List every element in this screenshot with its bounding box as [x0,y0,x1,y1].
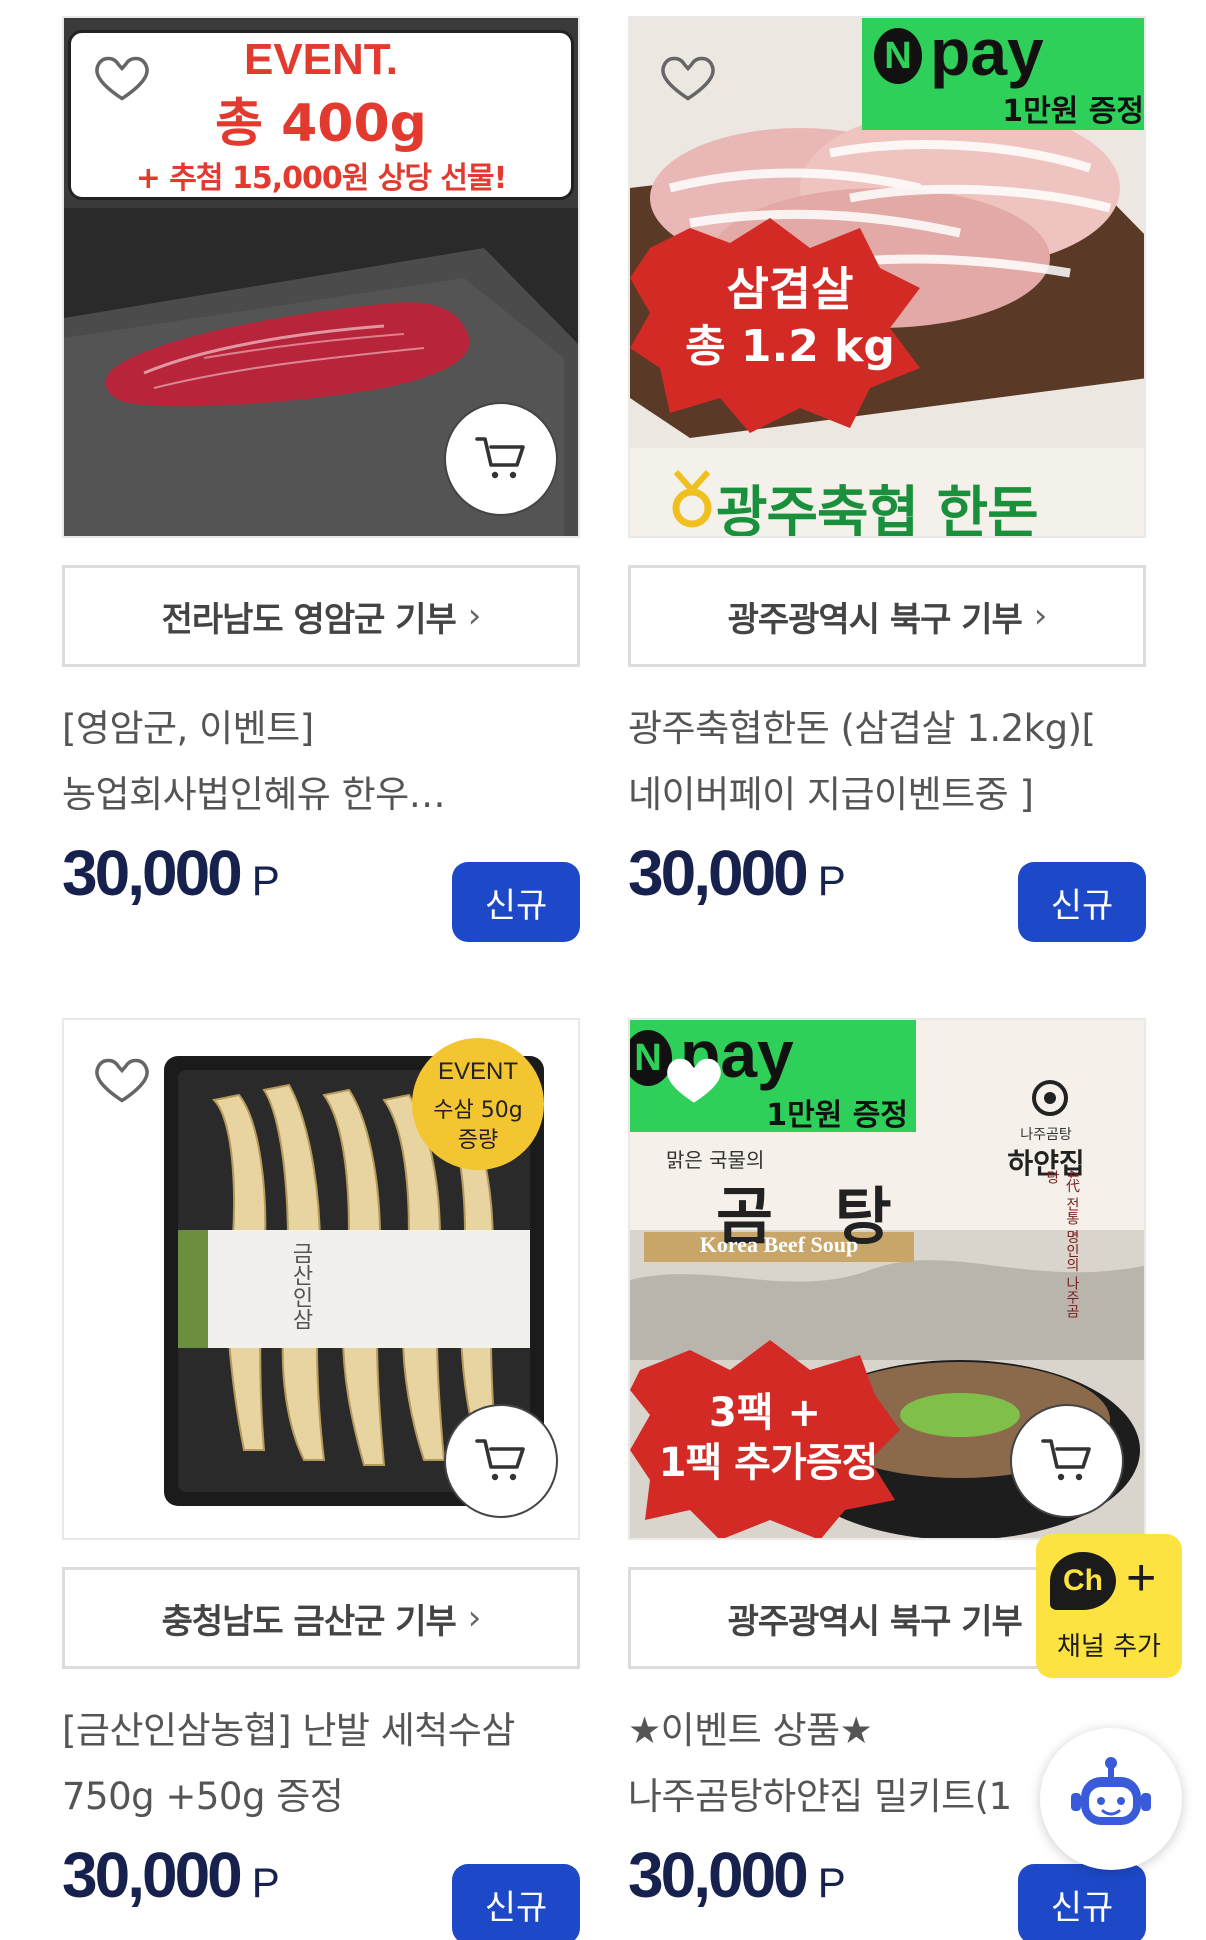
npay-text: pay [930,16,1044,89]
new-badge: 신규 [452,1864,580,1940]
npay-sub-text: 1만원 증정 [1002,94,1144,129]
cart-icon [475,437,525,479]
channel-add-button[interactable]: Ch + 채널 추가 [1036,1534,1182,1678]
donation-region-button[interactable]: 광주광역시 북구 기부 › [628,565,1146,667]
chevron-right-icon: › [1033,596,1048,636]
brand-text: 광주축협 한돈 [716,481,1039,538]
donation-region-label: 광주광역시 북구 기부 [727,1601,1023,1642]
heart-icon[interactable] [92,46,152,106]
brand-logo-icon [672,470,712,528]
heart-icon[interactable] [658,46,718,106]
product-title[interactable]: [영암군, 이벤트] 농업회사법인혜유 한우… [62,696,580,828]
cart-icon [1041,1439,1091,1481]
price-value: 30,000 [62,837,243,909]
add-to-cart-button[interactable] [1010,1404,1124,1518]
donation-region-label: 전라남도 영암군 기부 [161,599,457,640]
add-to-cart-button[interactable] [444,1404,558,1518]
product-image[interactable]: N pay 1만원 증정 나주곰탕 하얀집 맑은 국물의 곰 탕 Korea B… [628,1018,1146,1540]
product-image[interactable]: N pay 1만원 증정 삼겹살 총 1.2 kg 광주축협 한돈 [628,16,1146,538]
product-image[interactable]: EVENT. 총 400g + 추첨 15,000원 상당 선물! [62,16,580,538]
cart-icon [475,1439,525,1481]
channel-add-label: 채널 추가 [1057,1632,1161,1662]
english-text: Korea Beef Soup [699,1232,859,1257]
bonus-weight-text: 수삼 50g [433,1098,523,1123]
price-unit: P [251,857,280,904]
chatbot-button[interactable] [1040,1728,1182,1870]
price-unit: P [817,857,846,904]
chevron-right-icon: › [467,1598,482,1638]
heart-icon[interactable] [92,1048,152,1108]
npay-sub-text: 1만원 증정 [766,1098,908,1133]
add-to-cart-button[interactable] [444,402,558,516]
heart-icon[interactable] [664,1048,724,1108]
product-price: 30,000 P [628,836,846,926]
weight-text: 총 1.2 kg [685,321,895,372]
donation-region-button[interactable]: 전라남도 영암군 기부 › [62,565,580,667]
price-unit: P [817,1859,846,1906]
donation-region-label: 광주광역시 북구 기부 [727,599,1023,640]
chatbot-icon [1071,1757,1151,1825]
price-unit: P [251,1859,280,1906]
product-title[interactable]: [금산인삼농협] 난발 세척수삼 750g +50g 증정 [62,1698,580,1830]
new-badge: 신규 [1018,1864,1146,1940]
brand-small-text: 나주곰탕 [1020,1127,1072,1143]
price-value: 30,000 [628,1839,809,1911]
promo-line2-text: 1팩 추가증정 [658,1440,879,1486]
gift-text: + 추첨 15,000원 상당 선물! [135,161,508,196]
price-value: 30,000 [62,1839,243,1911]
npay-banner: N pay 1만원 증정 [862,16,1144,130]
product-price: 30,000 P [628,1838,846,1928]
package-label-text: 금산인삼 [288,1242,313,1330]
price-value: 30,000 [628,837,809,909]
vertical-text: 4代 전통 명인의 나주곰탕 [1044,1170,1080,1319]
product-price: 30,000 P [62,1838,280,1928]
donation-region-button[interactable]: 충청남도 금산군 기부 › [62,1567,580,1669]
product-price: 30,000 P [62,836,280,926]
channel-logo-icon: Ch [1050,1552,1116,1610]
plus-icon: + [1126,1549,1157,1607]
brand-logo-icon [1032,1080,1068,1116]
new-badge: 신규 [452,862,580,942]
product-image[interactable]: EVENT 수삼 50g 증량 금산인삼 [62,1018,580,1540]
event-label: EVENT [437,1058,518,1085]
bonus-increase-text: 증량 [457,1128,499,1153]
npay-logo: N [874,28,922,84]
new-badge: 신규 [1018,862,1146,942]
donation-region-label: 충청남도 금산군 기부 [161,1601,457,1642]
product-title[interactable]: 광주축협한돈 (삼겹살 1.2kg)[ 네이버페이 지급이벤트중 ] [628,696,1146,828]
chevron-right-icon: › [467,596,482,636]
channel-logo-text: Ch [1063,1564,1103,1597]
